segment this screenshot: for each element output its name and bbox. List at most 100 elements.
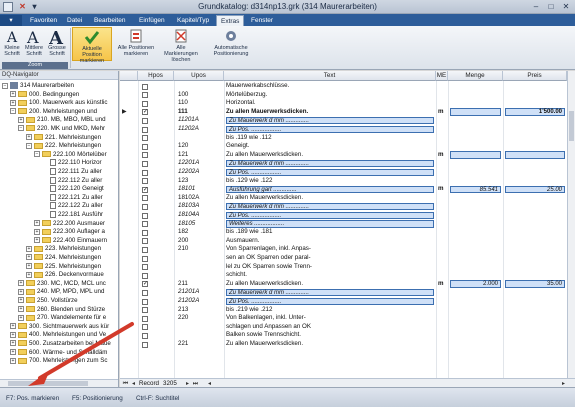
- preis-cell[interactable]: [505, 263, 565, 272]
- expand-toggle-icon[interactable]: +: [10, 348, 16, 355]
- table-row[interactable]: 11202A Zu Pos. ..................: [120, 125, 575, 134]
- nav-tree-item[interactable]: 222.121 Zu aller: [42, 193, 103, 203]
- menge-cell[interactable]: [450, 271, 501, 280]
- preis-cell[interactable]: [505, 331, 565, 340]
- nav-tree-item[interactable]: 222.122 Zu aller: [42, 202, 103, 211]
- upos-cell[interactable]: [178, 82, 222, 91]
- row-mark-checkbox[interactable]: [142, 264, 148, 271]
- row-mark-checkbox[interactable]: [142, 229, 148, 236]
- row-mark-checkbox[interactable]: [142, 238, 148, 245]
- menge-cell[interactable]: [450, 82, 501, 91]
- preis-cell[interactable]: [505, 116, 565, 125]
- text-cell[interactable]: Zu allen Mauerwerksdicken.: [226, 340, 434, 349]
- text-cell[interactable]: schicht.: [226, 271, 434, 280]
- nav-tree-item[interactable]: 222.181 Ausführ: [42, 211, 103, 220]
- table-row[interactable]: sen an OK Sparren oder paral-: [120, 254, 575, 263]
- minimize-icon[interactable]: –: [529, 1, 543, 12]
- expand-toggle-icon[interactable]: +: [18, 305, 24, 312]
- nav-tree-item[interactable]: +210. MB, MBO, MBL und: [18, 116, 106, 125]
- menge-cell[interactable]: [450, 142, 501, 151]
- tab-datei[interactable]: Datei: [63, 15, 86, 26]
- text-input-field[interactable]: Zu Pos. ..................: [226, 125, 434, 134]
- table-row[interactable]: schlagen und Anpassen an OK: [120, 323, 575, 332]
- menge-cell[interactable]: 2.000: [450, 280, 501, 288]
- preis-cell[interactable]: [505, 288, 565, 297]
- expand-toggle-icon[interactable]: +: [26, 254, 32, 261]
- expand-toggle-icon[interactable]: −: [26, 142, 32, 149]
- row-mark-checkbox[interactable]: [142, 135, 148, 142]
- expand-toggle-icon[interactable]: +: [26, 262, 32, 269]
- expand-toggle-icon[interactable]: +: [34, 219, 40, 226]
- nav-tree-item[interactable]: +222.200 Ausmauer: [34, 220, 105, 229]
- row-mark-checkbox[interactable]: [142, 280, 148, 288]
- table-row[interactable]: Balken sowie Trennschicht.: [120, 331, 575, 340]
- menge-cell[interactable]: [450, 134, 501, 143]
- nav-tree-item[interactable]: 222.112 Zu aller: [42, 176, 102, 186]
- preis-cell[interactable]: [505, 168, 565, 177]
- text-cell[interactable]: Mörtelüberzug.: [226, 91, 434, 100]
- menge-cell[interactable]: [450, 297, 501, 306]
- preis-cell[interactable]: [505, 211, 565, 220]
- tab-extras[interactable]: Extras: [216, 15, 245, 26]
- me-cell[interactable]: m: [438, 108, 448, 117]
- table-row[interactable]: 123 bis .129 wie .122: [120, 177, 575, 186]
- preis-cell[interactable]: [505, 271, 565, 280]
- row-mark-checkbox[interactable]: [142, 324, 148, 331]
- row-mark-checkbox[interactable]: [142, 117, 148, 124]
- table-row[interactable]: 18103A Zu Mauerwerk d mm ..............: [120, 202, 575, 211]
- nav-tree-item[interactable]: − 222. Mehrleistungen: [26, 142, 101, 151]
- nav-tree-item[interactable]: 222.110 Horizor: [42, 159, 102, 168]
- table-row[interactable]: 18104A Zu Pos. ..................: [120, 211, 575, 220]
- tab-fenster[interactable]: Fenster: [247, 15, 277, 26]
- me-cell[interactable]: [438, 177, 448, 186]
- upos-cell[interactable]: 111: [178, 108, 222, 117]
- nav-tree-item[interactable]: +222.300 Auflager a: [34, 228, 105, 237]
- menge-cell[interactable]: [450, 202, 501, 211]
- table-row[interactable]: 18105 Weiteres ..................: [120, 220, 575, 229]
- me-cell[interactable]: [438, 263, 448, 272]
- text-cell[interactable]: bis .119 wie .112: [226, 134, 434, 143]
- nav-tree-item[interactable]: − 200. Mehrleistungen und: [10, 108, 97, 117]
- text-cell[interactable]: Horizontal.: [226, 99, 434, 108]
- tab-kapitel-typ[interactable]: Kapitel/Typ: [173, 15, 213, 26]
- row-mark-checkbox[interactable]: [142, 92, 148, 99]
- text-cell[interactable]: Von Sparrenlagen, inkl. Anpas-: [226, 245, 434, 254]
- table-row[interactable]: 100 Mörtelüberzug.: [120, 91, 575, 100]
- me-cell[interactable]: [438, 288, 448, 297]
- text-cell[interactable]: Ausmauern.: [226, 237, 434, 246]
- close-icon[interactable]: ✕: [559, 1, 573, 12]
- preis-cell[interactable]: [505, 134, 565, 143]
- table-row[interactable]: 200 Ausmauern.: [120, 237, 575, 246]
- preis-cell[interactable]: [505, 82, 565, 91]
- me-cell[interactable]: [438, 237, 448, 246]
- table-row[interactable]: 21201A Zu Mauerwerk d mm ..............: [120, 288, 575, 297]
- preis-cell[interactable]: [505, 254, 565, 263]
- preis-cell[interactable]: [505, 340, 565, 349]
- me-cell[interactable]: [438, 331, 448, 340]
- row-mark-checkbox[interactable]: [142, 255, 148, 262]
- preis-cell[interactable]: [505, 297, 565, 306]
- upos-cell[interactable]: 21201A: [178, 288, 222, 297]
- nav-tree-item[interactable]: 222.111 Zu aller: [42, 168, 102, 177]
- text-cell[interactable]: Zu allen Mauerwerksdicken.: [226, 151, 434, 160]
- expand-toggle-icon[interactable]: +: [10, 90, 16, 97]
- text-input-field[interactable]: Zu Mauerwerk d mm ..............: [226, 159, 434, 168]
- me-cell[interactable]: [438, 134, 448, 143]
- me-cell[interactable]: [438, 245, 448, 254]
- row-mark-checkbox[interactable]: [142, 143, 148, 150]
- header-me[interactable]: ME: [436, 71, 448, 81]
- text-input-field[interactable]: Ausführung gart ..............: [226, 185, 434, 194]
- table-row[interactable]: 12201A Zu Mauerwerk d mm ..............: [120, 159, 575, 168]
- upos-cell[interactable]: 213: [178, 306, 222, 315]
- upos-cell[interactable]: [178, 263, 222, 272]
- upos-cell[interactable]: 18105: [178, 220, 222, 229]
- table-row[interactable]: 110 Horizontal.: [120, 99, 575, 108]
- me-cell[interactable]: [438, 91, 448, 100]
- expand-toggle-icon[interactable]: +: [10, 323, 16, 330]
- table-row[interactable]: 220 Von Balkenlagen, inkl. Unter-: [120, 314, 575, 323]
- preis-cell[interactable]: [505, 125, 565, 134]
- row-mark-checkbox[interactable]: [142, 272, 148, 279]
- upos-cell[interactable]: [178, 271, 222, 280]
- preis-cell[interactable]: [505, 314, 565, 323]
- header-menge[interactable]: Menge: [448, 71, 503, 81]
